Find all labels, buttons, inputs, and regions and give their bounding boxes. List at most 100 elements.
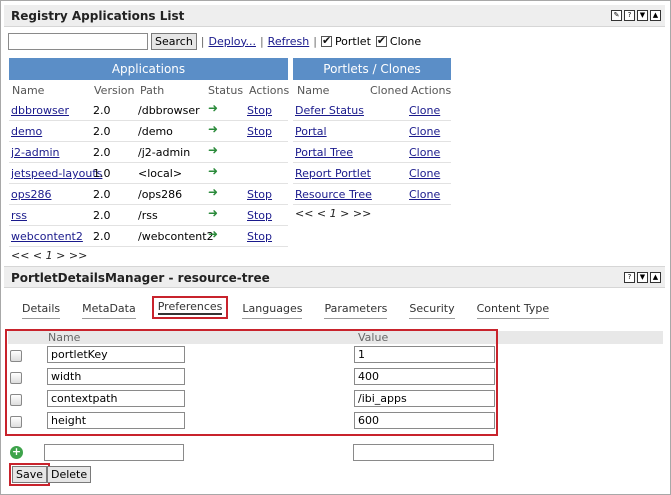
deploy-link[interactable]: Deploy... — [209, 35, 256, 48]
app-name-link[interactable]: rss — [11, 209, 27, 222]
pref-value-input[interactable] — [354, 412, 495, 429]
col-cloned: Cloned — [370, 84, 409, 97]
table-row: Portal Clone — [293, 121, 451, 142]
app-version: 2.0 — [93, 125, 111, 138]
portlet-name-link[interactable]: Report Portlet — [295, 167, 371, 180]
search-button[interactable]: Search — [151, 32, 197, 50]
table-row: demo 2.0 /demo ➜ Stop — [9, 121, 288, 142]
separator: | — [259, 34, 264, 48]
clone-link[interactable]: Clone — [409, 125, 440, 138]
delete-button[interactable]: Delete — [47, 466, 92, 483]
maximize-icon[interactable]: ▲ — [650, 10, 661, 21]
tab-preferences[interactable]: Preferences — [151, 296, 229, 319]
pref-value-input[interactable] — [354, 346, 495, 363]
clone-link[interactable]: Clone — [409, 146, 440, 159]
app-name-link[interactable]: jetspeed-layouts — [11, 167, 102, 180]
portlet-name-link[interactable]: Portal Tree — [295, 146, 353, 159]
clone-checkbox-label: Clone — [389, 34, 422, 48]
pref-name-input[interactable] — [47, 368, 185, 385]
app-path: <local> — [138, 167, 183, 180]
save-highlight: Save — [9, 463, 51, 486]
save-button[interactable]: Save — [12, 466, 48, 483]
app-path: /ops286 — [138, 188, 183, 201]
app-version: 2.0 — [93, 188, 111, 201]
stop-link[interactable]: Stop — [247, 230, 272, 243]
table-row: Defer Status Clone — [293, 100, 451, 121]
app-name-link[interactable]: ops286 — [11, 188, 51, 201]
stop-link[interactable]: Stop — [247, 188, 272, 201]
pref-checkbox[interactable] — [10, 394, 22, 406]
refresh-link[interactable]: Refresh — [268, 35, 310, 48]
app-name-link[interactable]: webcontent2 — [11, 230, 83, 243]
pref-checkbox[interactable] — [10, 372, 22, 384]
app-path: /demo — [138, 125, 173, 138]
col-name: Name — [297, 84, 330, 97]
help-icon[interactable]: ? — [624, 10, 635, 21]
help-icon[interactable]: ? — [624, 272, 635, 283]
pref-name-input[interactable] — [47, 390, 185, 407]
tab-content-type[interactable]: Content Type — [476, 302, 550, 319]
pref-checkbox[interactable] — [10, 416, 22, 428]
portlet-name-link[interactable]: Defer Status — [295, 104, 364, 117]
running-arrow-icon: ➜ — [208, 185, 219, 199]
running-arrow-icon: ➜ — [208, 206, 219, 220]
running-arrow-icon: ➜ — [208, 122, 219, 136]
tab-preferences-label: Preferences — [157, 300, 223, 315]
portlets-pager[interactable]: << < 1 > >> — [295, 207, 371, 220]
app-name-link[interactable]: dbbrowser — [11, 104, 69, 117]
tab-security[interactable]: Security — [409, 302, 455, 319]
search-input[interactable] — [8, 32, 148, 50]
stop-link[interactable]: Stop — [247, 125, 272, 138]
tab-languages[interactable]: Languages — [242, 302, 303, 319]
table-row: Portal Tree Clone — [293, 142, 451, 163]
portlet-checkbox-label: Portlet — [334, 34, 371, 48]
maximize-icon[interactable]: ▲ — [650, 272, 661, 283]
running-arrow-icon: ➜ — [208, 101, 219, 115]
tab-metadata[interactable]: MetaData — [82, 302, 136, 319]
edit-icon[interactable]: ✎ — [611, 10, 622, 21]
stop-link[interactable]: Stop — [247, 209, 272, 222]
tab-parameters[interactable]: Parameters — [324, 302, 388, 319]
window-controls: ✎ ? ▼ ▲ — [611, 10, 661, 21]
app-name-link[interactable]: j2-admin — [11, 146, 60, 159]
app-path: /j2-admin — [138, 146, 191, 159]
portlet-name-link[interactable]: Portal — [295, 125, 327, 138]
stop-link[interactable]: Stop — [247, 104, 272, 117]
applications-pager[interactable]: << < 1 > >> — [11, 249, 87, 262]
pref-name-input[interactable] — [47, 412, 185, 429]
pref-value-input[interactable] — [354, 368, 495, 385]
minimize-icon[interactable]: ▼ — [637, 272, 648, 283]
pref-row — [8, 368, 496, 390]
applications-header: Applications — [9, 58, 288, 80]
clone-link[interactable]: Clone — [409, 167, 440, 180]
tab-details[interactable]: Details — [22, 302, 61, 319]
app-name-link[interactable]: demo — [11, 125, 42, 138]
table-row: rss 2.0 /rss ➜ Stop — [9, 205, 288, 226]
portlet-checkbox[interactable] — [320, 34, 332, 47]
clone-checkbox[interactable] — [375, 34, 387, 47]
table-row: j2-admin 2.0 /j2-admin ➜ — [9, 142, 288, 163]
new-pref-value-input[interactable] — [353, 444, 494, 461]
pref-value-input[interactable] — [354, 390, 495, 407]
details-portlet-header: PortletDetailsManager - resource-tree ? … — [4, 266, 665, 288]
running-arrow-icon: ➜ — [208, 227, 219, 241]
running-arrow-icon: ➜ — [208, 143, 219, 157]
pref-row — [8, 390, 496, 412]
clone-link[interactable]: Clone — [409, 104, 440, 117]
pref-checkbox[interactable] — [10, 350, 22, 362]
new-pref-name-input[interactable] — [44, 444, 184, 461]
table-row: webcontent2 2.0 /webcontent2 ➜ Stop — [9, 226, 288, 247]
col-path: Path — [140, 84, 165, 97]
running-arrow-icon: ➜ — [208, 164, 219, 178]
app-version: 2.0 — [93, 146, 111, 159]
col-actions: Actions — [249, 84, 290, 97]
minimize-icon[interactable]: ▼ — [637, 10, 648, 21]
table-row: Report Portlet Clone — [293, 163, 451, 184]
portlet-name-link[interactable]: Resource Tree — [295, 188, 372, 201]
add-icon[interactable]: + — [10, 446, 23, 459]
pref-row — [8, 346, 496, 368]
clone-link[interactable]: Clone — [409, 188, 440, 201]
pref-name-input[interactable] — [47, 346, 185, 363]
separator: | — [200, 34, 205, 48]
table-row: jetspeed-layouts 1.0 <local> ➜ — [9, 163, 288, 184]
